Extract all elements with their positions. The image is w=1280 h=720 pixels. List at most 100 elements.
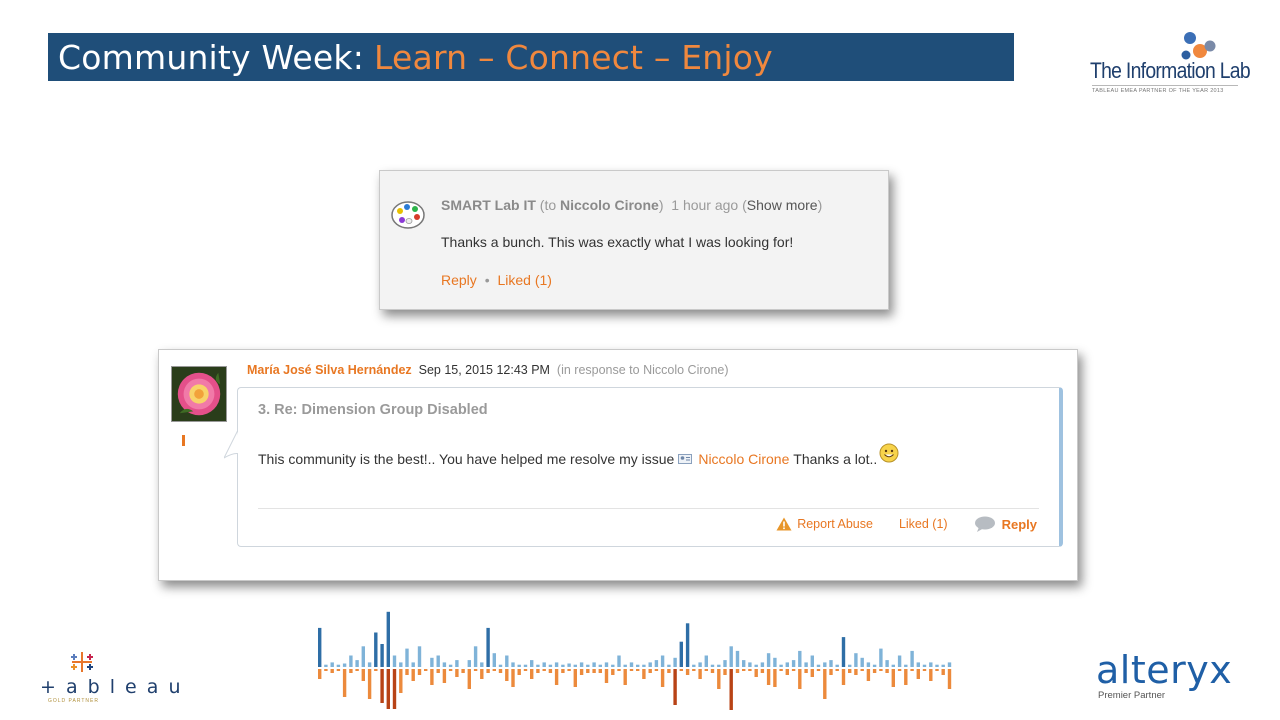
decorative-bar-up (598, 664, 602, 667)
decorative-bar-up (380, 644, 384, 667)
decorative-bar-down (318, 669, 322, 679)
decorative-bar-down (779, 669, 783, 671)
decorative-bar-up (636, 664, 640, 667)
decorative-bar-up (511, 662, 515, 667)
decorative-bar-up (692, 664, 696, 667)
decorative-bar-down (922, 669, 927, 671)
decorative-bar-up (318, 627, 322, 667)
decorative-bar-strip (318, 611, 952, 710)
decorative-bar-up (879, 648, 883, 667)
liked-link[interactable]: Liked (1) (899, 517, 948, 531)
slide-title-banner: Community Week: Learn – Connect – Enjoy (48, 33, 1014, 81)
decorative-bar-up (561, 664, 565, 667)
decorative-bar-down (891, 669, 895, 687)
decorative-bar-up (673, 657, 677, 667)
decorative-bar-down (804, 669, 808, 673)
decorative-bar-up (785, 662, 789, 667)
in-response-to[interactable]: (in response to Niccolo Cirone) (557, 363, 729, 377)
user-mention-icon (678, 454, 693, 464)
decorative-bar-up (367, 662, 372, 667)
decorative-bar-up (604, 662, 609, 667)
paint-palette-icon (391, 201, 425, 229)
decorative-bar-up (505, 655, 509, 667)
rose-avatar-photo[interactable] (171, 366, 227, 422)
comment-to-name[interactable]: Niccolo Cirone (560, 197, 659, 213)
decorative-bar-down (586, 669, 590, 673)
mention-link[interactable]: Niccolo Cirone (698, 451, 789, 467)
decorative-bar-up (804, 662, 808, 667)
decorative-bar-up (698, 662, 702, 667)
comment-meta: SMART Lab IT (to Niccolo Cirone) 1 hour … (441, 197, 822, 213)
decorative-bar-down (523, 669, 528, 671)
decorative-bar-down (654, 669, 659, 671)
alteryx-logo: alteryx Premier Partner (1096, 650, 1246, 705)
decorative-bar-up (611, 664, 615, 667)
decorative-bar-down (355, 669, 359, 671)
comment-subject[interactable]: 3. Re: Dimension Group Disabled (258, 402, 488, 418)
decorative-bar-down (717, 669, 721, 689)
decorative-bar-down (430, 669, 434, 685)
decorative-bar-up (417, 646, 422, 667)
decorative-bar-down (810, 669, 814, 677)
decorative-bar-down (692, 669, 696, 671)
decorative-bar-up (791, 660, 796, 667)
decorative-bar-up (361, 646, 365, 667)
decorative-bar-down (897, 669, 902, 671)
decorative-bar-up (623, 664, 627, 667)
decorative-bar-down (480, 669, 484, 679)
report-abuse-label: Report Abuse (797, 517, 873, 531)
decorative-bar-down (648, 669, 652, 673)
show-more-link[interactable]: Show more (747, 197, 818, 213)
comment-actions: Reply • Liked (1) (441, 272, 552, 288)
information-lab-name: The Information Lab (1090, 58, 1251, 83)
decorative-bar-up (729, 646, 733, 667)
decorative-bar-down (448, 669, 453, 671)
decorative-bar-down (336, 669, 341, 671)
decorative-bar-down (405, 669, 409, 675)
reply-button[interactable]: Reply (974, 516, 1037, 532)
decorative-bar-up (448, 664, 453, 667)
decorative-bar-down (367, 669, 372, 699)
decorative-bar-up (860, 657, 864, 667)
decorative-bar-up (841, 637, 846, 667)
decorative-bar-up (480, 662, 484, 667)
decorative-bar-down (816, 669, 821, 671)
decorative-bar-down (773, 669, 777, 687)
decorative-bar-up (835, 664, 839, 667)
report-abuse-button[interactable]: Report Abuse (776, 517, 873, 531)
decorative-bar-up (592, 662, 596, 667)
decorative-bar-up (411, 662, 415, 667)
decorative-bar-down (392, 669, 397, 709)
decorative-bar-down (548, 669, 553, 673)
decorative-bar-down (854, 669, 858, 675)
decorative-bar-up (374, 632, 378, 667)
rank-marker (182, 435, 185, 446)
decorative-bar-down (623, 669, 627, 685)
comment-time: 1 hour ago (671, 197, 739, 213)
decorative-bar-down (735, 669, 740, 673)
decorative-bar-down (704, 669, 708, 671)
decorative-bar-down (498, 669, 503, 673)
decorative-bar-down (342, 669, 347, 697)
decorative-bar-down (935, 669, 939, 671)
decorative-bar-down (536, 669, 540, 673)
decorative-bar-down (785, 669, 789, 675)
decorative-bar-up (473, 646, 478, 667)
decorative-bar-down (798, 669, 802, 689)
comment-author[interactable]: SMART Lab IT (441, 197, 536, 213)
tableau-cross-icon (71, 652, 93, 672)
decorative-bar-down (698, 669, 702, 679)
liked-link[interactable]: Liked (1) (497, 272, 551, 288)
reply-link[interactable]: Reply (441, 272, 477, 288)
decorative-bar-up (405, 648, 409, 667)
decorative-bar-down (604, 669, 609, 683)
comment-author[interactable]: María José Silva Hernández (247, 363, 412, 377)
decorative-bar-down (642, 669, 646, 679)
information-lab-logo: The Information Lab TABLEAU EMEA PARTNER… (1088, 30, 1251, 100)
decorative-bar-down (929, 669, 933, 681)
decorative-bar-down (442, 669, 447, 683)
decorative-bar-up (922, 664, 927, 667)
decorative-bar-up (910, 650, 914, 667)
alteryx-wordmark: alteryx (1096, 648, 1233, 692)
decorative-bar-down (579, 669, 584, 675)
